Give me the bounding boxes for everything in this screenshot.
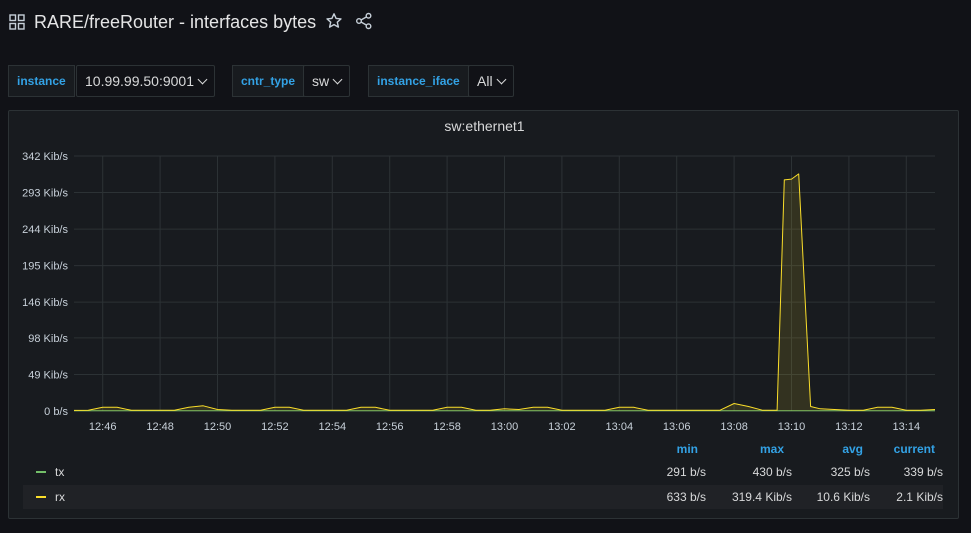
variable-value-instance-iface: All — [477, 73, 493, 89]
legend-value-max: 319.4 Kib/s — [731, 490, 792, 504]
y-tick-label: 146 Kib/s — [22, 297, 68, 309]
chart-plot-area[interactable]: 0 b/s 49 Kib/s 98 Kib/s 146 Kib/s 195 Kib/s 2… — [9, 111, 960, 441]
x-tick-label: 13:12 — [835, 421, 863, 433]
legend-value-min: 291 b/s — [666, 465, 706, 479]
x-tick-label: 13:08 — [720, 421, 748, 433]
chevron-down-icon — [496, 74, 507, 85]
legend-value-avg: 10.6 Kib/s — [816, 490, 870, 504]
variable-label-instance-iface: instance_iface — [368, 65, 469, 97]
chevron-down-icon — [197, 74, 208, 85]
legend-header-avg[interactable]: avg — [799, 442, 863, 456]
x-tick-label: 13:14 — [893, 421, 921, 433]
x-tick-label: 12:56 — [376, 421, 404, 433]
x-tick-label: 12:52 — [261, 421, 289, 433]
x-tick-label: 13:02 — [548, 421, 576, 433]
dashboard-title[interactable]: RARE/freeRouter - interfaces bytes — [34, 10, 316, 34]
legend-value-current: 2.1 Kib/s — [896, 490, 943, 504]
legend-swatch-tx[interactable] — [36, 471, 46, 473]
x-tick-label: 13:06 — [663, 421, 691, 433]
y-tick-label: 342 Kib/s — [22, 151, 68, 163]
chevron-down-icon — [332, 74, 343, 85]
legend-value-max: 430 b/s — [752, 465, 792, 479]
legend-header-max[interactable]: max — [709, 442, 784, 456]
legend-series-name[interactable]: rx — [55, 490, 65, 504]
variable-label-cntr-type: cntr_type — [232, 65, 305, 97]
legend-header-current[interactable]: current — [879, 442, 935, 456]
variable-label-instance: instance — [8, 65, 75, 97]
legend-value-min: 633 b/s — [666, 490, 706, 504]
dashboard-header: RARE/freeRouter - interfaces bytes — [0, 0, 971, 44]
legend-series-name[interactable]: tx — [55, 465, 64, 479]
y-tick-label: 0 b/s — [44, 406, 68, 418]
y-tick-label: 293 Kib/s — [22, 188, 68, 200]
variable-value-instance: 10.99.99.50:9001 — [85, 73, 194, 89]
x-tick-label: 13:10 — [778, 421, 806, 433]
x-tick-label: 13:00 — [491, 421, 519, 433]
legend-row-tx[interactable]: tx 291 b/s 430 b/s 325 b/s 339 b/s — [23, 460, 943, 484]
variable-select-cntr-type[interactable]: sw — [303, 65, 351, 97]
star-icon[interactable] — [325, 12, 343, 30]
legend-swatch-rx[interactable] — [36, 496, 46, 498]
dashboards-grid-icon[interactable] — [9, 14, 25, 30]
y-tick-label: 49 Kib/s — [28, 369, 68, 381]
x-tick-label: 12:50 — [204, 421, 232, 433]
y-tick-label: 98 Kib/s — [28, 333, 68, 345]
graph-panel: sw:ethernet1 0 b/s 49 Kib/s 98 Kib/s 146 Ki… — [8, 110, 959, 519]
legend-value-current: 339 b/s — [903, 465, 943, 479]
x-tick-label: 12:48 — [146, 421, 174, 433]
legend-header-min[interactable]: min — [649, 442, 698, 456]
variable-value-cntr-type: sw — [312, 73, 330, 89]
legend-value-avg: 325 b/s — [830, 465, 870, 479]
x-tick-label: 12:58 — [433, 421, 461, 433]
variable-select-instance[interactable]: 10.99.99.50:9001 — [76, 65, 215, 97]
share-icon[interactable] — [355, 12, 373, 30]
x-tick-label: 12:46 — [89, 421, 117, 433]
y-tick-label: 244 Kib/s — [22, 224, 68, 236]
x-tick-label: 12:54 — [319, 421, 347, 433]
legend-row-rx[interactable]: rx 633 b/s 319.4 Kib/s 10.6 Kib/s 2.1 Ki… — [23, 485, 943, 509]
y-tick-label: 195 Kib/s — [22, 261, 68, 273]
variable-select-instance-iface[interactable]: All — [468, 65, 514, 97]
x-tick-label: 13:04 — [606, 421, 634, 433]
